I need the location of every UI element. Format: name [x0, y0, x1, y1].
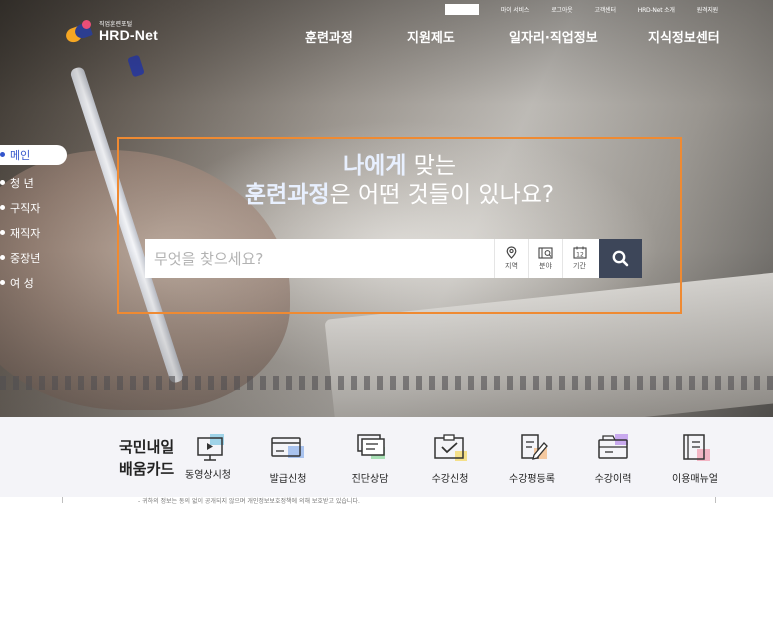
service-enroll-label: 수강신청	[431, 474, 469, 485]
filter-region-label: 지역	[505, 262, 518, 270]
headline-line2-rest: 은 어떤 것들이 있나요?	[329, 181, 555, 208]
nav-support-system[interactable]: 지원제도	[407, 27, 455, 46]
filter-period-label: 기간	[573, 262, 586, 270]
filter-field-button[interactable]: 분야	[528, 239, 562, 278]
side-item-women[interactable]: 여 성	[0, 270, 67, 295]
util-my-service[interactable]: 마이 서비스	[501, 5, 530, 14]
utility-bar: 마이 서비스 로그아웃 고객센터 HRD-Net 소개 원격지원	[444, 4, 718, 15]
service-manual[interactable]: 이용매뉴얼	[650, 432, 740, 485]
consult-icon	[348, 432, 392, 464]
card-issue-icon	[266, 432, 310, 464]
filter-field-label: 분야	[539, 261, 552, 270]
service-history-label: 수강이력	[594, 474, 632, 485]
course-search-bar: 지역 분야 12 기간	[145, 239, 642, 278]
headline-line1-bold: 나에게	[342, 153, 407, 179]
filter-region-button[interactable]: 지역	[494, 239, 528, 278]
util-customer-center[interactable]: 고객센터	[594, 5, 615, 14]
history-folder-icon	[591, 432, 635, 464]
privacy-notice-text: - 귀하의 정보는 동의 없이 공개되지 않으며 개인정보보호정책에 의해 보호…	[138, 498, 360, 505]
manual-book-icon	[673, 432, 717, 464]
service-history[interactable]: 수강이력	[568, 432, 658, 485]
nav-training-courses[interactable]: 훈련과정	[305, 27, 353, 46]
nav-knowledge-center[interactable]: 지식정보센터	[648, 27, 720, 46]
headline-line1-rest: 맞는	[406, 153, 457, 179]
field-category-icon	[538, 246, 553, 259]
service-review[interactable]: 수강평등록	[487, 432, 577, 485]
nav-jobs-info[interactable]: 일자리·직업정보	[509, 27, 598, 46]
divider-right	[715, 497, 716, 503]
filter-period-button[interactable]: 12 기간	[562, 239, 596, 278]
side-item-middle-aged[interactable]: 중장년	[0, 245, 67, 270]
page: 마이 서비스 로그아웃 고객센터 HRD-Net 소개 원격지원 직업훈련포털 …	[0, 0, 773, 623]
side-item-youth[interactable]: 청 년	[0, 170, 67, 195]
service-issue-label: 발급신청	[269, 474, 307, 485]
search-submit-button[interactable]	[599, 239, 642, 278]
hero-headline: 나에게 맞는 훈련과정은 어떤 것들이 있나요?	[117, 152, 682, 210]
util-logout[interactable]: 로그아웃	[551, 5, 572, 14]
service-issue[interactable]: 발급신청	[243, 432, 333, 485]
search-input[interactable]	[145, 239, 494, 278]
side-item-main[interactable]: 메인	[0, 145, 67, 165]
util-remote-support[interactable]: 원격지원	[697, 5, 718, 14]
enroll-check-icon	[428, 432, 472, 464]
service-consult[interactable]: 진단상담	[325, 432, 415, 485]
service-video-label: 동영상시청	[185, 470, 231, 481]
divider-left	[62, 497, 63, 503]
side-item-jobseeker[interactable]: 구직자	[0, 195, 67, 220]
video-monitor-icon	[186, 432, 230, 464]
masked-user-name	[444, 4, 479, 15]
calendar-icon: 12	[572, 246, 587, 259]
service-enroll[interactable]: 수강신청	[405, 432, 495, 485]
side-item-employed[interactable]: 재직자	[0, 220, 67, 245]
search-icon	[612, 250, 629, 267]
target-side-nav: 메인 청 년 구직자 재직자 중장년 여 성	[0, 145, 67, 295]
headline-line2-bold: 훈련과정	[244, 181, 330, 208]
service-consult-label: 진단상담	[351, 474, 389, 485]
service-video[interactable]: 동영상시청	[163, 432, 253, 481]
calendar-day-text: 12	[576, 251, 584, 258]
service-review-label: 수강평등록	[509, 474, 555, 485]
util-about[interactable]: HRD-Net 소개	[638, 5, 675, 14]
location-pin-icon	[506, 246, 517, 259]
main-navigation: 훈련과정 지원제도 일자리·직업정보 지식정보센터	[0, 27, 773, 46]
review-write-icon	[510, 432, 554, 464]
service-manual-label: 이용매뉴얼	[672, 474, 718, 485]
